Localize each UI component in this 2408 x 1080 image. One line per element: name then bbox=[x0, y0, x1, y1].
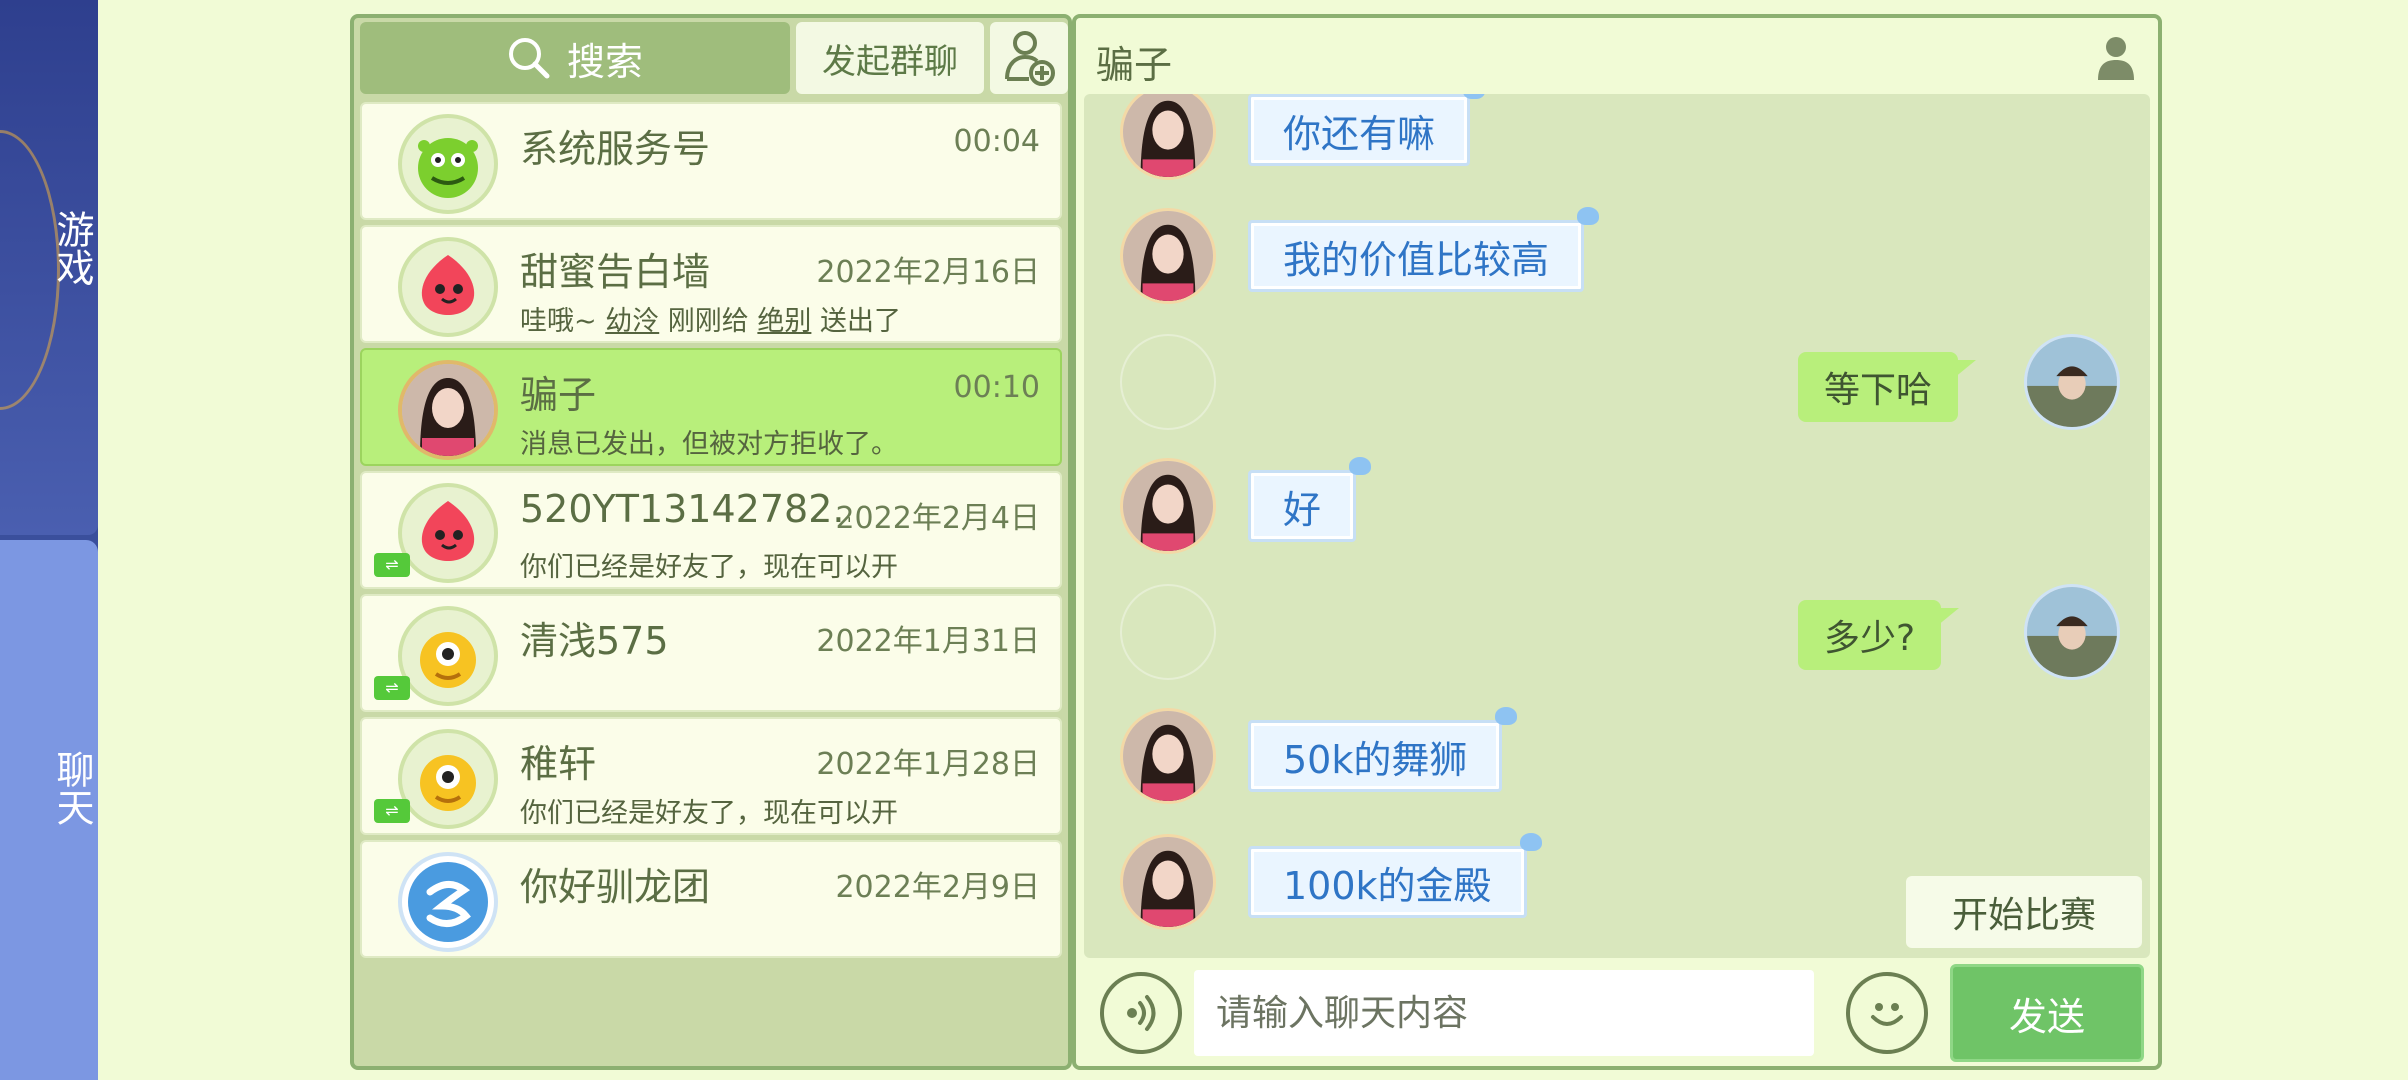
message-bubble-received: 好 bbox=[1248, 457, 1372, 542]
conversation-name: 稚轩 bbox=[520, 742, 597, 786]
conversation-item-active[interactable]: 骗子 00:10 消息已发出，但被对方拒收了。 bbox=[360, 348, 1062, 466]
message-bubble-received: 我的价值比较高 bbox=[1248, 207, 1600, 292]
conversation-time: 2022年1月31日 bbox=[816, 624, 1040, 659]
dragon-team-avatar bbox=[398, 852, 498, 952]
friend-tag-icon: ⇌ bbox=[374, 553, 410, 577]
contact-avatar bbox=[1120, 458, 1216, 554]
faded-avatar bbox=[1120, 334, 1216, 430]
conversation-item[interactable]: 系统服务号 00:04 bbox=[360, 102, 1062, 220]
red-blob-avatar bbox=[398, 237, 498, 337]
conversation-item[interactable]: ⇌ 清浅575 2022年1月31日 bbox=[360, 594, 1062, 712]
conversation-preview: 你们已经是好友了，现在可以开 bbox=[520, 552, 898, 583]
message-input[interactable] bbox=[1194, 970, 1814, 1056]
start-match-button[interactable]: 开始比赛 bbox=[1906, 876, 2142, 948]
conversation-item[interactable]: 甜蜜告白墙 2022年2月16日 哇哦~ 幼泠 刚刚给 绝别 送出了 bbox=[360, 225, 1062, 343]
conversation-name: 清浅575 bbox=[520, 619, 669, 663]
rail-tab-chat-label: 聊天 bbox=[50, 750, 94, 826]
voice-icon bbox=[1127, 995, 1156, 1031]
yellow-monster-avatar bbox=[398, 729, 498, 829]
conversation-preview: 你们已经是好友了，现在可以开 bbox=[520, 798, 898, 829]
contact-avatar bbox=[1120, 208, 1216, 304]
conversation-preview: 哇哦~ 幼泠 刚刚给 绝别 送出了 bbox=[520, 306, 901, 337]
message-bubble-received: 50k的舞狮 bbox=[1248, 707, 1518, 792]
conversation-time: 00:10 bbox=[953, 370, 1040, 405]
conversation-time: 2022年2月4日 bbox=[835, 501, 1040, 536]
add-friend-button[interactable] bbox=[990, 22, 1068, 94]
conversation-time: 00:04 bbox=[953, 124, 1040, 159]
faded-avatar bbox=[1120, 584, 1216, 680]
yellow-monster-avatar bbox=[398, 606, 498, 706]
conversation-list: 系统服务号 00:04 甜蜜告白墙 2022年2月16日 哇哦~ 幼泠 刚刚给 … bbox=[360, 102, 1062, 963]
my-avatar bbox=[2024, 334, 2120, 430]
search-label: 搜索 bbox=[566, 39, 643, 84]
rail-tab-chat[interactable]: 聊天 bbox=[0, 540, 98, 1080]
friend-tag-icon: ⇌ bbox=[374, 676, 410, 700]
conversation-item[interactable]: ⇌ 520YT13142782... 2022年2月4日 你们已经是好友了，现在… bbox=[360, 471, 1062, 589]
contact-avatar bbox=[1120, 708, 1216, 804]
add-friend-icon bbox=[1005, 31, 1055, 86]
conversation-item[interactable]: 你好驯龙团 2022年2月9日 bbox=[360, 840, 1062, 958]
friend-tag-icon: ⇌ bbox=[374, 799, 410, 823]
emoji-button[interactable] bbox=[1846, 972, 1928, 1054]
contact-avatar bbox=[1120, 94, 1216, 180]
send-button[interactable]: 发送 bbox=[1950, 964, 2144, 1062]
message-area[interactable]: 你还有嘛 我的价值比较高 等下哈 好 多少? 50k的舞狮 100k的金殿 开始… bbox=[1084, 94, 2150, 958]
start-group-chat-label: 发起群聊 bbox=[822, 41, 958, 82]
conversation-item[interactable]: ⇌ 稚轩 2022年1月28日 你们已经是好友了，现在可以开 bbox=[360, 717, 1062, 835]
message-bubble-sent: 多少? bbox=[1798, 600, 1960, 670]
voice-input-button[interactable] bbox=[1100, 972, 1182, 1054]
conversation-name: 骗子 bbox=[520, 373, 597, 417]
conversation-name: 你好驯龙团 bbox=[520, 865, 711, 909]
chat-title: 骗子 bbox=[1096, 43, 1173, 87]
conversation-time: 2022年1月28日 bbox=[816, 747, 1040, 782]
message-bubble-sent: 等下哈 bbox=[1798, 352, 1977, 422]
profile-icon[interactable] bbox=[2096, 34, 2136, 82]
contact-avatar bbox=[1120, 834, 1216, 930]
red-blob-avatar bbox=[398, 483, 498, 583]
search-button[interactable]: 搜索 bbox=[360, 22, 790, 94]
rail-tab-game[interactable]: 游戏 bbox=[0, 0, 98, 535]
conversation-time: 2022年2月9日 bbox=[835, 870, 1040, 905]
message-bubble-received: 你还有嘛 bbox=[1248, 94, 1486, 166]
my-avatar bbox=[2024, 584, 2120, 680]
start-group-chat-button[interactable]: 发起群聊 bbox=[796, 22, 984, 94]
conversation-time: 2022年2月16日 bbox=[816, 255, 1040, 290]
message-bubble-received: 100k的金殿 bbox=[1248, 833, 1542, 918]
emoji-icon bbox=[1871, 1003, 1903, 1026]
conversation-name: 520YT13142782... bbox=[520, 487, 850, 531]
side-rail: 游戏 聊天 bbox=[0, 0, 98, 1080]
rail-tab-game-label: 游戏 bbox=[50, 210, 94, 286]
conversation-name: 甜蜜告白墙 bbox=[520, 250, 711, 294]
conversation-panel: 搜索 发起群聊 系统服务号 00:04 甜蜜告白墙 2022年2月16日 哇哦~… bbox=[350, 14, 1072, 1070]
search-icon bbox=[508, 38, 550, 79]
girl-photo-avatar bbox=[398, 360, 498, 460]
conversation-name: 系统服务号 bbox=[520, 127, 711, 171]
chat-panel: 骗子 你还有嘛 我的价值比较高 等下哈 好 多少? 50k的舞狮 100k的金殿… bbox=[1072, 14, 2162, 1070]
conversation-preview: 消息已发出，但被对方拒收了。 bbox=[520, 429, 898, 460]
green-monster-avatar bbox=[398, 114, 498, 214]
